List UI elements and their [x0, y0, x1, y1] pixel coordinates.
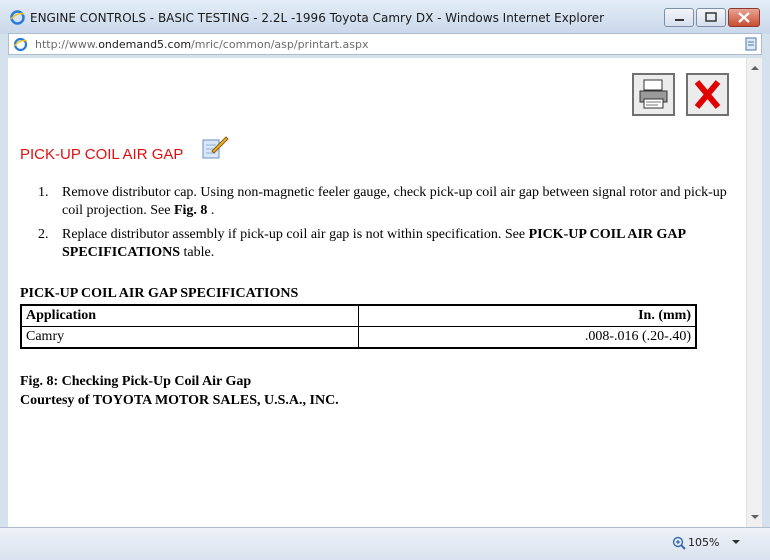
zoom-level[interactable]: 105% [688, 536, 719, 549]
spec-table: Application In. (mm) Camry .008-.016 (.2… [20, 304, 697, 349]
red-x-icon [694, 80, 721, 109]
caption-line: Fig. 8: Checking Pick-Up Coil Air Gap [20, 374, 252, 389]
maximize-icon [705, 12, 717, 22]
table-header-row: Application In. (mm) [20, 304, 697, 327]
pencil-notepad-icon[interactable] [200, 134, 230, 160]
column-header: Application [20, 304, 359, 327]
scroll-up-icon[interactable] [751, 66, 759, 70]
step-text: Replace distributor assembly if pick-up … [62, 227, 529, 242]
window-title: ENGINE CONTROLS - BASIC TESTING - 2.2L -… [30, 11, 605, 25]
close-icon [738, 12, 750, 23]
step-number: 2. [38, 227, 49, 242]
page-icon[interactable] [745, 37, 757, 51]
minimize-button[interactable] [664, 8, 694, 27]
step-text-after: table. [180, 245, 215, 260]
print-button[interactable] [632, 73, 675, 116]
step-text-after: . [207, 203, 215, 218]
step-item: 1. Remove distributor cap. Using non-magn… [20, 184, 736, 220]
scroll-down-icon[interactable] [751, 515, 759, 519]
url-prefix: http://www. [35, 38, 99, 51]
page-content: PICK-UP COIL AIR GAP 1. Remove distributo… [8, 58, 746, 527]
ie-icon [10, 10, 25, 25]
maximize-button[interactable] [696, 8, 726, 27]
table-cell: .008-.016 (.20-.40) [358, 326, 697, 349]
window-close-button[interactable] [728, 8, 760, 27]
caption-credit: Courtesy of TOYOTA MOTOR SALES, U.S.A., … [20, 393, 339, 408]
printer-icon [639, 79, 668, 109]
step-item: 2. Replace distributor assembly if pick-u… [20, 226, 736, 262]
close-page-button[interactable] [686, 73, 729, 116]
url-domain: ondemand5.com [98, 38, 192, 51]
url-path: /mric/common/asp/printart.aspx [191, 38, 369, 51]
step-number: 1. [38, 185, 49, 200]
column-header: In. (mm) [358, 304, 697, 327]
figure-caption: Fig. 8: Checking Pick-Up Coil Air Gap Co… [20, 372, 339, 410]
address-bar[interactable]: http://www.ondemand5.com/mric/common/asp… [8, 33, 762, 55]
magnifier-icon[interactable] [672, 536, 686, 550]
procedure-steps: 1. Remove distributor cap. Using non-magn… [20, 184, 736, 268]
page-heading: PICK-UP COIL AIR GAP [20, 146, 184, 163]
address-url[interactable]: http://www.ondemand5.com/mric/common/asp… [35, 38, 368, 51]
minimize-icon [675, 19, 684, 21]
table-row: Camry .008-.016 (.20-.40) [20, 326, 697, 349]
ie-page-icon [13, 37, 28, 52]
browser-window: ENGINE CONTROLS - BASIC TESTING - 2.2L -… [0, 0, 770, 560]
chevron-down-icon[interactable] [732, 540, 740, 544]
vertical-scrollbar[interactable] [746, 58, 762, 527]
spec-table-title: PICK-UP COIL AIR GAP SPECIFICATIONS [20, 286, 299, 301]
step-text: Remove distributor cap. Using non-magnet… [62, 185, 727, 218]
status-bar: 105% [0, 527, 770, 560]
step-bold: Fig. 8 [173, 203, 208, 218]
table-cell: Camry [20, 326, 359, 349]
title-bar[interactable]: ENGINE CONTROLS - BASIC TESTING - 2.2L -… [0, 0, 770, 34]
